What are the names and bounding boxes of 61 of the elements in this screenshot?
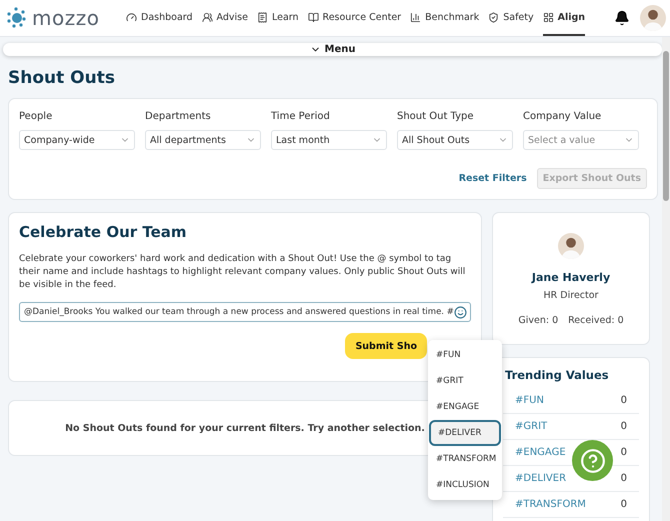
profile-name: Jane Haverly: [532, 271, 610, 284]
shield-icon: [488, 12, 500, 22]
hashtag-option[interactable]: #INCLUSION: [428, 472, 502, 498]
given-count: Given: 0: [518, 315, 558, 326]
hashtag-option[interactable]: #FUN: [428, 342, 502, 368]
value-count: 0: [620, 499, 627, 510]
profile-role: HR Director: [544, 290, 598, 301]
document-icon: [256, 12, 268, 22]
nav-tab[interactable]: Resource Center: [308, 0, 402, 36]
nav-tab[interactable]: Dashboard: [126, 0, 193, 36]
nav-tab[interactable]: Align: [542, 0, 586, 36]
nav-tab[interactable]: Safety: [488, 0, 534, 36]
book-icon: [308, 12, 319, 22]
nav-tab[interactable]: Benchmark: [410, 0, 480, 36]
filter-label: Company Value: [523, 111, 602, 122]
value-count: 0: [620, 447, 627, 458]
hashtag-option[interactable]: #GRIT: [428, 368, 502, 394]
section-title: Celebrate Our Team: [19, 223, 188, 241]
value-link[interactable]: #FUN: [515, 395, 544, 406]
value-count: 0: [620, 473, 627, 484]
help-icon: [580, 448, 606, 474]
hashtag-option[interactable]: #ENGAGE: [428, 394, 502, 420]
empty-message: No Shout Outs found for your current filters. Try another selection.: [65, 422, 425, 434]
hashtag-option[interactable]: #DELIVER: [429, 420, 501, 446]
submit-button[interactable]: Submit Sho: [345, 333, 427, 359]
message-field[interactable]: @Daniel_Brooks You walked our team through a new process and answered questions in real time. #: [19, 302, 471, 322]
nav-tab[interactable]: Learn: [256, 0, 299, 36]
user-avatar: [640, 5, 666, 31]
value-link[interactable]: #ENGAGE: [515, 447, 566, 458]
value-count: 0: [620, 421, 627, 432]
trending-title: Trending Values: [505, 368, 610, 382]
value-link[interactable]: #DELIVER: [515, 473, 566, 484]
value-count: 0: [620, 395, 627, 406]
people-icon: [202, 12, 213, 22]
filter-select[interactable]: All Shout Outs: [397, 130, 513, 150]
gauge-icon: [126, 12, 137, 22]
value-link[interactable]: #TRANSFORM: [515, 499, 586, 510]
nav-tab[interactable]: Advise: [202, 0, 248, 36]
filter-label: People: [19, 111, 54, 122]
hashtag-option[interactable]: #TRANSFORM: [428, 446, 502, 472]
bar-chart-icon: [410, 12, 422, 22]
received-count: Received: 0: [568, 315, 624, 326]
bell-icon[interactable]: [614, 10, 630, 26]
value-link[interactable]: #GRIT: [515, 421, 548, 432]
filter-select[interactable]: Select a value: [523, 130, 639, 150]
filter-label: Departments: [145, 111, 212, 122]
filter-select[interactable]: Last month: [271, 130, 387, 150]
logo-text: mozzo: [32, 6, 100, 30]
smiley-icon[interactable]: [454, 306, 467, 318]
description: Celebrate your coworkers' hard work and dedication with a Shout Out! Use the @ symbol to tag their name and include hashtags to highlight relevant company values. Only public Shout Outs will be visible in the feed.: [19, 253, 466, 292]
reset-filters-link[interactable]: Reset Filters: [458, 173, 527, 184]
menu-toggle[interactable]: Menu: [3, 43, 662, 56]
filter-label: Shout Out Type: [397, 111, 475, 122]
filter-label: Time Period: [271, 111, 331, 122]
page-title: Shout Outs: [8, 68, 116, 88]
grid-icon: [542, 12, 554, 22]
logo-icon: [6, 7, 28, 29]
filter-select[interactable]: All departments: [145, 130, 261, 150]
filter-select[interactable]: Company-wide: [19, 130, 135, 150]
scrollbar[interactable]: [662, 37, 670, 521]
profile-avatar: [558, 233, 584, 259]
